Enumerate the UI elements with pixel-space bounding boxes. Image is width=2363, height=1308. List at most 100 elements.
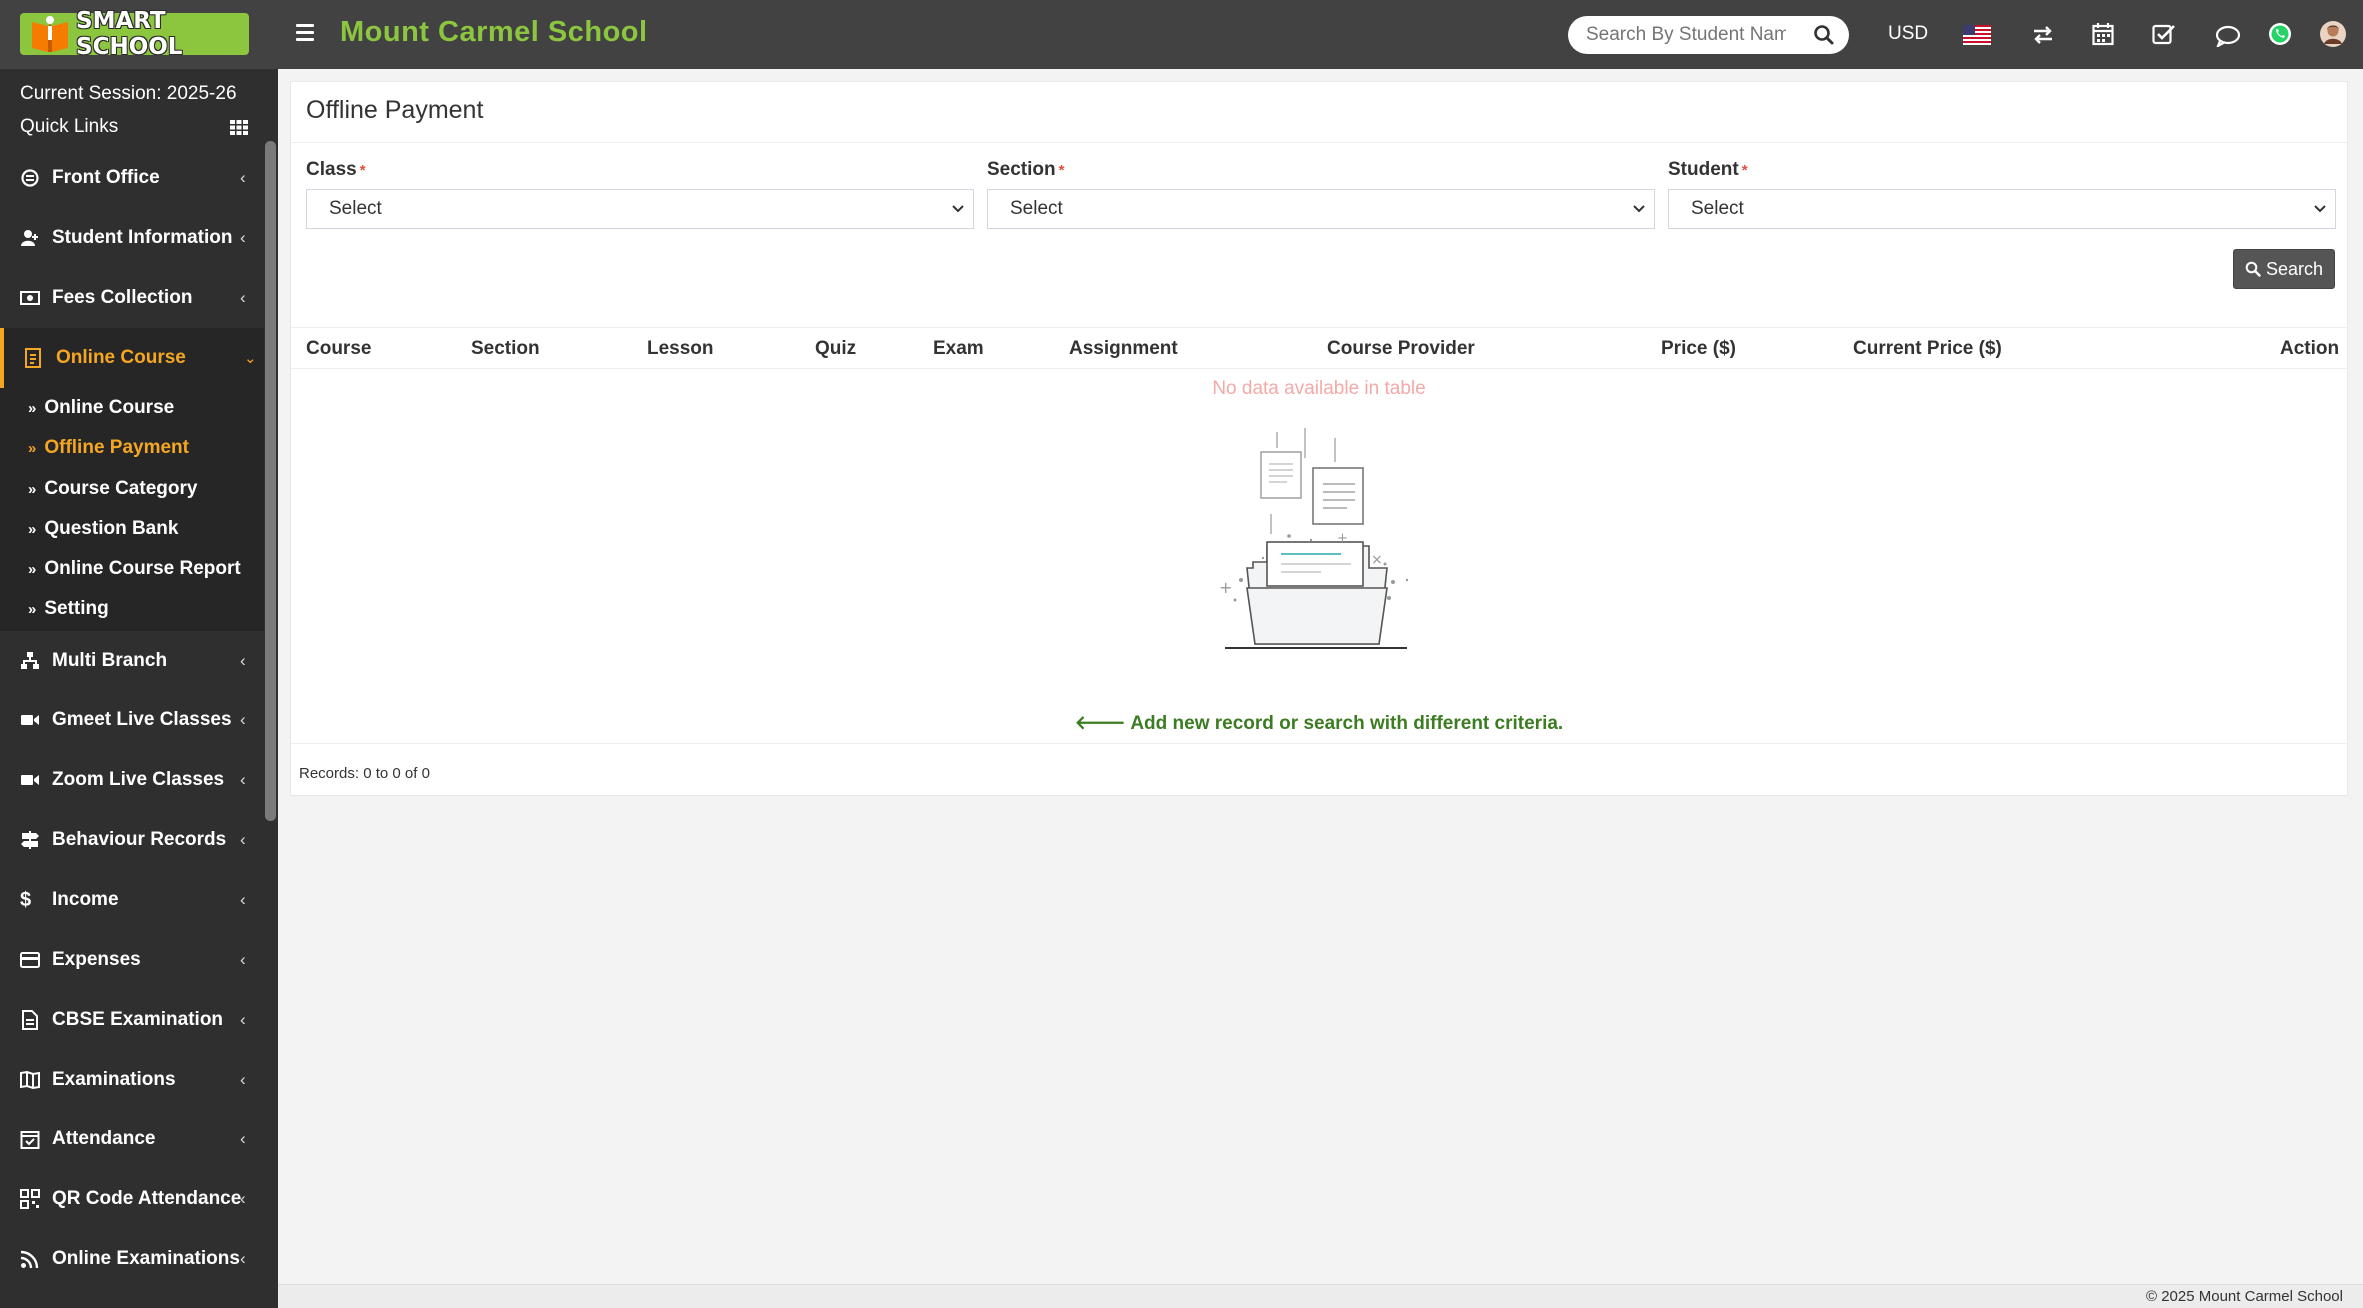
sidebar-item-behaviour-records[interactable]: Behaviour Records ‹ — [0, 810, 264, 870]
logo[interactable]: SMART SCHOOL — [20, 8, 249, 60]
double-chevron-right-icon: » — [28, 481, 37, 498]
submenu-item-offline-payment[interactable]: » Offline Payment — [28, 437, 189, 459]
sidebar-item-examinations[interactable]: Examinations ‹ — [0, 1050, 264, 1110]
submenu-item-question-bank[interactable]: » Question Bank — [28, 518, 178, 540]
table-header: Course Section Lesson Quiz Exam Assignme… — [291, 327, 2347, 369]
credit-card-icon — [20, 952, 40, 968]
sidebar-item-front-office[interactable]: Front Office ‹ — [0, 148, 264, 208]
search-icon[interactable] — [1813, 24, 1835, 46]
switch-icon[interactable] — [2032, 25, 2054, 45]
student-select[interactable]: Select — [1668, 189, 2336, 229]
sidebar-item-gmeet-live-classes[interactable]: Gmeet Live Classes ‹ — [0, 690, 264, 750]
submenu-item-setting[interactable]: » Setting — [28, 598, 109, 620]
signpost-icon — [21, 831, 39, 849]
task-check-icon[interactable] — [2152, 23, 2176, 45]
column-quiz[interactable]: Quiz — [815, 338, 856, 360]
chevron-left-icon: ‹ — [240, 1189, 246, 1208]
chevron-left-icon: ‹ — [240, 651, 246, 670]
grid-icon[interactable] — [230, 120, 248, 135]
sidebar-item-income[interactable]: $ Income ‹ — [0, 870, 264, 930]
column-exam[interactable]: Exam — [933, 338, 984, 360]
currency-selector[interactable]: USD — [1888, 23, 1928, 45]
column-action[interactable]: Action — [2280, 338, 2339, 360]
school-name: Mount Carmel School — [340, 16, 648, 48]
money-icon — [20, 291, 40, 305]
submenu-label: Online Course Report — [44, 558, 241, 579]
column-course-provider[interactable]: Course Provider — [1327, 338, 1475, 360]
class-select[interactable]: Select — [306, 189, 974, 229]
sidebar-item-expenses[interactable]: Expenses ‹ — [0, 930, 264, 990]
submenu-item-online-course[interactable]: » Online Course — [28, 397, 174, 419]
us-flag-icon[interactable] — [1963, 25, 1991, 45]
chevron-down-icon: ⌄ — [244, 350, 257, 367]
sidebar-item-label: QR Code Attendance — [52, 1188, 242, 1209]
sidebar-item-online-course[interactable]: Online Course ⌄ — [0, 328, 264, 388]
submenu-label: Online Course — [44, 397, 175, 418]
column-section[interactable]: Section — [471, 338, 540, 360]
video-icon — [21, 775, 39, 785]
current-session: Current Session: 2025-26 — [20, 83, 237, 104]
double-chevron-right-icon: » — [28, 521, 37, 538]
sitemap-icon — [21, 652, 39, 669]
top-header: SMART SCHOOL Mount Carmel School USD — [0, 0, 2363, 69]
submenu-item-course-category[interactable]: » Course Category — [28, 478, 197, 500]
sidebar-item-qr-code-attendance[interactable]: QR Code Attendance ‹ — [0, 1169, 264, 1229]
sidebar-item-label: Fees Collection — [52, 287, 193, 308]
column-lesson[interactable]: Lesson — [647, 338, 714, 360]
double-chevron-right-icon: » — [28, 400, 37, 417]
svg-text:+: + — [1337, 531, 1348, 546]
sidebar-item-cbse-examination[interactable]: CBSE Examination ‹ — [0, 990, 264, 1050]
calendar-icon[interactable] — [2092, 22, 2114, 46]
sidebar-item-label: Expenses — [52, 949, 141, 970]
logo-text: SMART SCHOOL — [76, 8, 183, 60]
student-search — [1568, 16, 1849, 54]
empty-folder-illustration: + × + — [1219, 428, 1409, 649]
column-current-price[interactable]: Current Price ($) — [1853, 338, 2002, 360]
sidebar-scrollbar[interactable] — [265, 141, 276, 821]
sidebar-item-attendance[interactable]: Attendance ‹ — [0, 1109, 264, 1169]
file-icon — [22, 1010, 38, 1030]
double-chevron-right-icon: » — [28, 440, 37, 457]
arrow-left-icon: 🡐 — [1074, 713, 1131, 734]
sidebar-item-student-information[interactable]: Student Information ‹ — [0, 208, 264, 268]
chat-icon[interactable] — [2215, 25, 2241, 47]
online-course-submenu — [0, 388, 264, 631]
search-input[interactable] — [1586, 24, 1786, 46]
column-course[interactable]: Course — [306, 338, 371, 360]
column-price[interactable]: Price ($) — [1661, 338, 1736, 360]
chevron-left-icon: ‹ — [240, 288, 246, 307]
calendar-check-icon — [20, 1131, 40, 1149]
book-open-icon — [20, 1070, 40, 1090]
sidebar-item-online-examinations[interactable]: Online Examinations ‹ — [0, 1229, 264, 1289]
submenu-label: Question Bank — [44, 518, 179, 539]
sidebar-item-label: Attendance — [52, 1128, 156, 1149]
offline-payment-panel: Offline Payment Class * Section * Student *… — [290, 81, 2348, 796]
sidebar: Current Session: 2025-26 Quick Links Fro… — [0, 69, 278, 1308]
sidebar-item-label: Student Information — [52, 227, 233, 248]
user-avatar-icon[interactable] — [2319, 20, 2347, 48]
class-label: Class * — [306, 159, 366, 180]
section-label: Section * — [987, 159, 1065, 180]
menu-toggle-icon[interactable] — [296, 24, 314, 42]
sidebar-item-label: Behaviour Records — [52, 829, 227, 850]
submenu-item-online-course-report[interactable]: » Online Course Report — [28, 558, 241, 580]
sidebar-item-fees-collection[interactable]: Fees Collection ‹ — [0, 268, 264, 328]
records-count: Records: 0 to 0 of 0 — [299, 765, 430, 782]
section-select[interactable]: Select — [987, 189, 1655, 229]
chevron-left-icon: ‹ — [240, 890, 246, 909]
svg-text:×: × — [1371, 552, 1383, 568]
sidebar-item-zoom-live-classes[interactable]: Zoom Live Classes ‹ — [0, 750, 264, 810]
sidebar-item-label: CBSE Examination — [52, 1009, 224, 1030]
sidebar-item-label: Multi Branch — [52, 650, 168, 671]
sidebar-item-multi-branch[interactable]: Multi Branch ‹ — [0, 631, 264, 691]
chevron-left-icon: ‹ — [240, 950, 246, 969]
page-title: Offline Payment — [306, 96, 484, 124]
column-assignment[interactable]: Assignment — [1069, 338, 1178, 360]
quick-links[interactable]: Quick Links — [20, 116, 118, 138]
search-button-label: Search — [2265, 258, 2324, 279]
search-button[interactable]: Search — [2233, 249, 2335, 289]
whatsapp-icon[interactable] — [2267, 21, 2293, 47]
chevron-down-icon — [2314, 205, 2326, 213]
chevron-left-icon: ‹ — [240, 168, 246, 187]
sidebar-item-label: Gmeet Live Classes — [52, 709, 232, 730]
